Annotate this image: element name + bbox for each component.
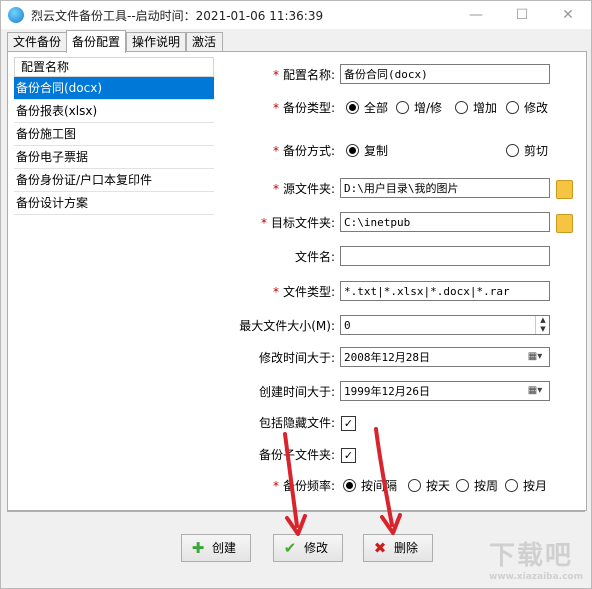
- radio-checked-icon: [346, 144, 359, 157]
- required-mark: *: [272, 285, 279, 299]
- calendar-dropdown-icon[interactable]: ▦▾: [521, 348, 549, 366]
- title-bar: 烈云文件备份工具--启动时间：2021-01-06 11:36:39 — ☐ ✕: [1, 1, 591, 29]
- radio-type-add-modify[interactable]: 增/修: [396, 99, 442, 117]
- backup-type-label: 备份类型:: [282, 101, 335, 115]
- radio-type-all[interactable]: 全部: [346, 99, 388, 117]
- list-item[interactable]: 备份施工图: [14, 123, 214, 146]
- radio-unchecked-icon: [408, 479, 421, 492]
- modify-button[interactable]: ✔ 修改: [273, 534, 343, 562]
- tab-backup-config[interactable]: 备份配置: [66, 30, 126, 53]
- source-folder-label: 源文件夹:: [282, 182, 335, 196]
- list-item[interactable]: 备份报表(xlsx): [14, 100, 214, 123]
- frequency-label: 备份频率:: [282, 479, 335, 493]
- filename-row: 文件名:: [218, 246, 335, 268]
- maxsize-label: 最大文件大小(M):: [239, 319, 335, 333]
- list-item[interactable]: 备份合同(docx): [14, 77, 214, 100]
- radio-freq-week[interactable]: 按周: [456, 477, 498, 495]
- backup-mode-label: 备份方式:: [282, 144, 335, 158]
- list-item[interactable]: 备份电子票据: [14, 146, 214, 169]
- modified-date-picker[interactable]: 2008年12月28日: [340, 347, 550, 367]
- folder-browse-icon[interactable]: [556, 180, 573, 199]
- filetype-input[interactable]: *.txt|*.xlsx|*.docx|*.rar: [340, 281, 550, 301]
- radio-type-modify[interactable]: 修改: [506, 99, 548, 117]
- target-folder-label: 目标文件夹:: [270, 216, 335, 230]
- radio-unchecked-icon: [396, 101, 409, 114]
- required-mark: *: [272, 479, 279, 493]
- config-name-label: 配置名称:: [282, 68, 335, 82]
- hidden-files-checkbox[interactable]: ✓: [341, 416, 356, 431]
- radio-unchecked-icon: [506, 144, 519, 157]
- required-mark: *: [272, 182, 279, 196]
- radio-freq-month[interactable]: 按月: [505, 477, 547, 495]
- required-mark: *: [260, 216, 267, 230]
- radio-unchecked-icon: [505, 479, 518, 492]
- maximize-button[interactable]: ☐: [499, 1, 545, 29]
- frequency-row: * 备份频率:: [218, 475, 335, 497]
- radio-unchecked-icon: [456, 479, 469, 492]
- config-panel: 配置名称 备份合同(docx) 备份报表(xlsx) 备份施工图 备份电子票据 …: [7, 51, 587, 511]
- radio-type-add[interactable]: 增加: [455, 99, 497, 117]
- filename-label: 文件名:: [294, 250, 335, 264]
- subfolder-label: 备份子文件夹:: [258, 448, 335, 462]
- minimize-button[interactable]: —: [453, 1, 499, 29]
- filetype-row: * 文件类型:: [218, 281, 335, 303]
- divider: [7, 511, 585, 512]
- radio-mode-cut[interactable]: 剪切: [506, 142, 548, 160]
- tab-activate[interactable]: 激活: [186, 32, 223, 52]
- modified-row: 修改时间大于:: [218, 347, 335, 369]
- target-folder-input[interactable]: C:\inetpub: [340, 212, 550, 232]
- radio-mode-copy[interactable]: 复制: [346, 142, 388, 160]
- app-window: 烈云文件备份工具--启动时间：2021-01-06 11:36:39 — ☐ ✕…: [0, 0, 592, 589]
- created-row: 创建时间大于:: [218, 381, 335, 403]
- required-mark: *: [272, 101, 279, 115]
- spin-arrows-icon[interactable]: ▲ ▼: [535, 316, 550, 334]
- filetype-label: 文件类型:: [282, 285, 335, 299]
- maxsize-stepper[interactable]: 0: [340, 315, 550, 335]
- calendar-dropdown-icon[interactable]: ▦▾: [521, 382, 549, 400]
- hidden-files-label: 包括隐藏文件:: [258, 416, 335, 430]
- watermark: 下载吧 www.xiazaiba.com: [489, 541, 583, 582]
- radio-unchecked-icon: [506, 101, 519, 114]
- radio-checked-icon: [343, 479, 356, 492]
- close-button[interactable]: ✕: [545, 1, 591, 29]
- list-item[interactable]: 备份设计方案: [14, 192, 214, 215]
- checkmark-icon: ✔: [283, 539, 297, 557]
- tab-instructions[interactable]: 操作说明: [126, 32, 186, 52]
- folder-browse-icon[interactable]: [556, 214, 573, 233]
- created-time-label: 创建时间大于:: [258, 385, 335, 399]
- radio-checked-icon: [346, 101, 359, 114]
- modified-time-label: 修改时间大于:: [258, 351, 335, 365]
- required-mark: *: [272, 68, 279, 82]
- create-button[interactable]: ✚ 创建: [181, 534, 251, 562]
- cross-icon: ✖: [373, 539, 387, 557]
- subfolder-checkbox[interactable]: ✓: [341, 448, 356, 463]
- source-row: * 源文件夹:: [218, 178, 335, 200]
- maxsize-row: 最大文件大小(M):: [218, 315, 335, 337]
- config-name-input[interactable]: 备份合同(docx): [340, 64, 550, 84]
- radio-freq-day[interactable]: 按天: [408, 477, 450, 495]
- subfolder-row: 备份子文件夹:: [218, 444, 335, 466]
- required-mark: *: [272, 144, 279, 158]
- app-logo-icon: [8, 7, 24, 23]
- tab-file-backup[interactable]: 文件备份: [7, 32, 67, 52]
- plus-icon: ✚: [191, 539, 205, 557]
- source-folder-input[interactable]: D:\用户目录\我的图片: [340, 178, 550, 198]
- list-header: 配置名称: [14, 57, 214, 77]
- radio-unchecked-icon: [455, 101, 468, 114]
- created-date-picker[interactable]: 1999年12月26日: [340, 381, 550, 401]
- backup-type-row: * 备份类型:: [218, 97, 335, 119]
- target-row: * 目标文件夹:: [218, 212, 335, 234]
- config-list: 配置名称 备份合同(docx) 备份报表(xlsx) 备份施工图 备份电子票据 …: [14, 57, 214, 505]
- list-item[interactable]: 备份身份证/户口本复印件: [14, 169, 214, 192]
- config-name-row: * 配置名称:: [218, 64, 335, 86]
- filename-input[interactable]: [340, 246, 550, 266]
- radio-freq-interval[interactable]: 按间隔: [343, 477, 397, 495]
- window-title: 烈云文件备份工具--启动时间：2021-01-06 11:36:39: [31, 9, 324, 23]
- backup-mode-row: * 备份方式:: [218, 140, 335, 162]
- hidden-files-row: 包括隐藏文件:: [218, 412, 335, 434]
- delete-button[interactable]: ✖ 删除: [363, 534, 433, 562]
